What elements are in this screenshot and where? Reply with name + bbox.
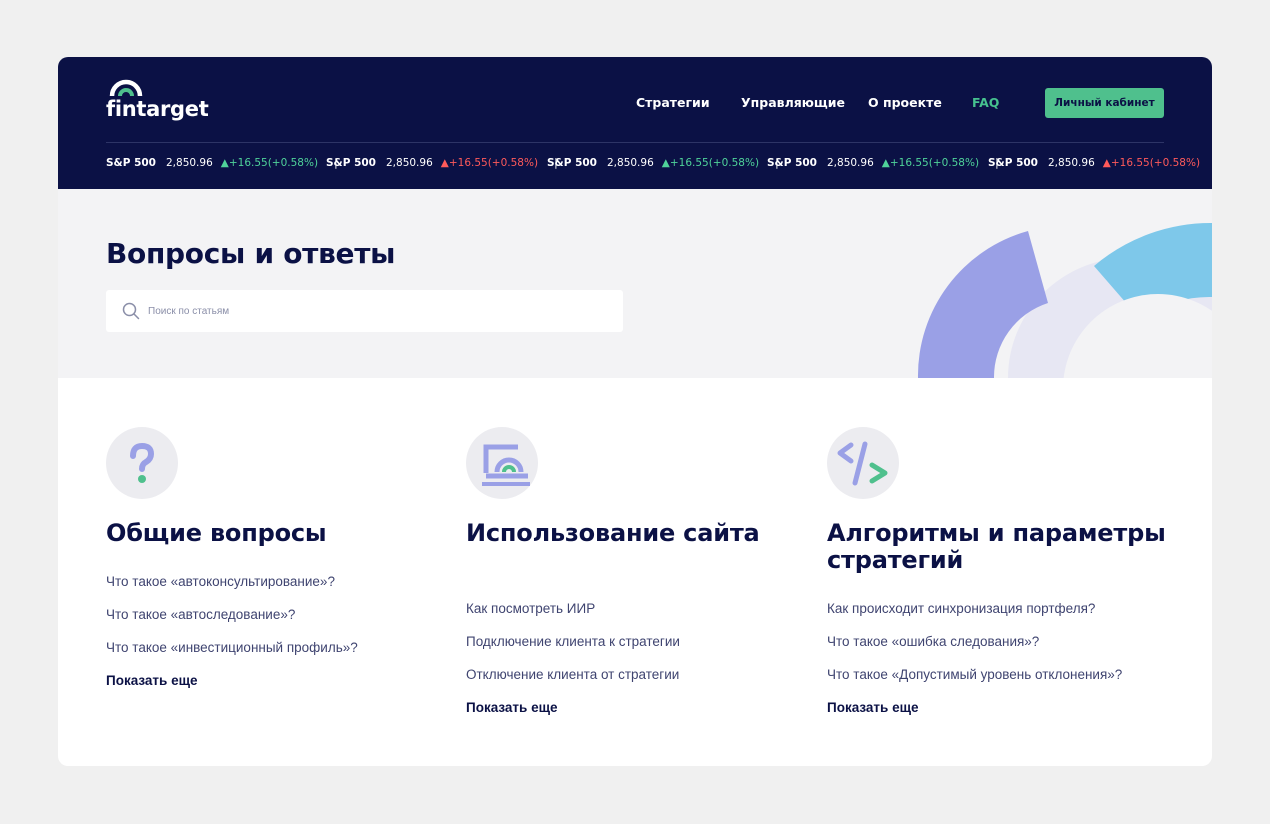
search-icon (122, 302, 140, 320)
nav-managers[interactable]: Управляющие (741, 95, 845, 110)
faq-link[interactable]: Как происходит синхронизация портфеля? (827, 601, 1095, 616)
category-title-algorithms: Алгоритмы и параметры стратегий (827, 519, 1166, 574)
ticker-change: ▲+16.55(+0.58%) (220, 157, 319, 169)
search-input[interactable] (148, 290, 608, 332)
arrow-up-icon: ▲ (661, 157, 670, 169)
page-card: fintarget Стратегии Управляющие О проект… (58, 57, 1212, 766)
ticker-item: S&P 5002,850.96▲+16.55(+0.58%)| (767, 157, 999, 169)
code-icon (837, 441, 888, 486)
nav-strategies[interactable]: Стратегии (636, 95, 710, 110)
show-more-link[interactable]: Показать еще (106, 673, 198, 688)
logo[interactable]: fintarget (106, 75, 209, 125)
faq-link[interactable]: Что такое «автоконсультирование»? (106, 574, 335, 589)
faq-link[interactable]: Что такое «Допустимый уровень отклонения… (827, 667, 1122, 682)
logo-text: fintarget (106, 97, 209, 121)
ticker-price: 2,850.96 (166, 157, 213, 169)
question-icon (130, 442, 155, 483)
ticker-change: ▲+16.55(+0.58%) (440, 157, 539, 169)
faq-link[interactable]: Подключение клиента к стратегии (466, 634, 680, 649)
ticker-item: S&P 5002,850.96▲+16.55(+0.58%)| (547, 157, 779, 169)
category-title-general: Общие вопросы (106, 519, 327, 547)
category-title-site: Использование сайта (466, 519, 760, 547)
ticker-symbol: S&P 500 (547, 157, 597, 169)
ticker-change: ▲+16.55(+0.58%) (661, 157, 760, 169)
category-icon-algorithms (827, 427, 899, 499)
site-header: fintarget Стратегии Управляющие О проект… (58, 57, 1212, 189)
category-icon-site (466, 427, 538, 499)
personal-cabinet-button[interactable]: Личный кабинет (1045, 88, 1164, 118)
arrow-up-icon: ▲ (220, 157, 229, 169)
search-box[interactable] (106, 290, 623, 332)
arrow-up-icon: ▲ (1102, 157, 1111, 169)
arrow-up-icon: ▲ (881, 157, 890, 169)
ticker-item: S&P 5002,850.96▲+16.55(+0.58%)| (326, 157, 558, 169)
faq-link[interactable]: Что такое «инвестиционный профиль»? (106, 640, 358, 655)
category-icon-general (106, 427, 178, 499)
show-more-link[interactable]: Показать еще (466, 700, 558, 715)
show-more-link[interactable]: Показать еще (827, 700, 919, 715)
faq-link[interactable]: Отключение клиента от стратегии (466, 667, 679, 682)
faq-link[interactable]: Что такое «автоследование»? (106, 607, 295, 622)
header-divider (106, 142, 1164, 143)
ticker-price: 2,850.96 (1048, 157, 1095, 169)
ticker-item: S&P 5002,850.96▲+16.55(+0.58%)| (988, 157, 1212, 169)
nav-faq[interactable]: FAQ (972, 95, 999, 110)
page-title: Вопросы и ответы (106, 237, 396, 270)
ticker-price: 2,850.96 (386, 157, 433, 169)
laptop-icon (482, 444, 530, 486)
nav-about[interactable]: О проекте (868, 95, 942, 110)
faq-link[interactable]: Что такое «ошибка следования»? (827, 634, 1039, 649)
ticker-change: ▲+16.55(+0.58%) (881, 157, 980, 169)
faq-link[interactable]: Как посмотреть ИИР (466, 601, 595, 616)
ticker-item: S&P 5002,850.96▲+16.55(+0.58%)| (106, 157, 338, 169)
ticker-symbol: S&P 500 (106, 157, 156, 169)
hero-decoration (917, 222, 1212, 378)
hero-section: Вопросы и ответы (58, 189, 1212, 378)
ticker-price: 2,850.96 (827, 157, 874, 169)
ticker-change: ▲+16.55(+0.58%) (1102, 157, 1201, 169)
arrow-up-icon: ▲ (440, 157, 449, 169)
ticker-bar: S&P 500 2,850.96 ▲+16.55(+0.58%) | S&P 500 2… (106, 157, 1206, 173)
logo-arc-icon (109, 79, 143, 97)
ticker-symbol: S&P 500 (988, 157, 1038, 169)
ticker-symbol: S&P 500 (326, 157, 376, 169)
ticker-symbol: S&P 500 (767, 157, 817, 169)
ticker-price: 2,850.96 (607, 157, 654, 169)
